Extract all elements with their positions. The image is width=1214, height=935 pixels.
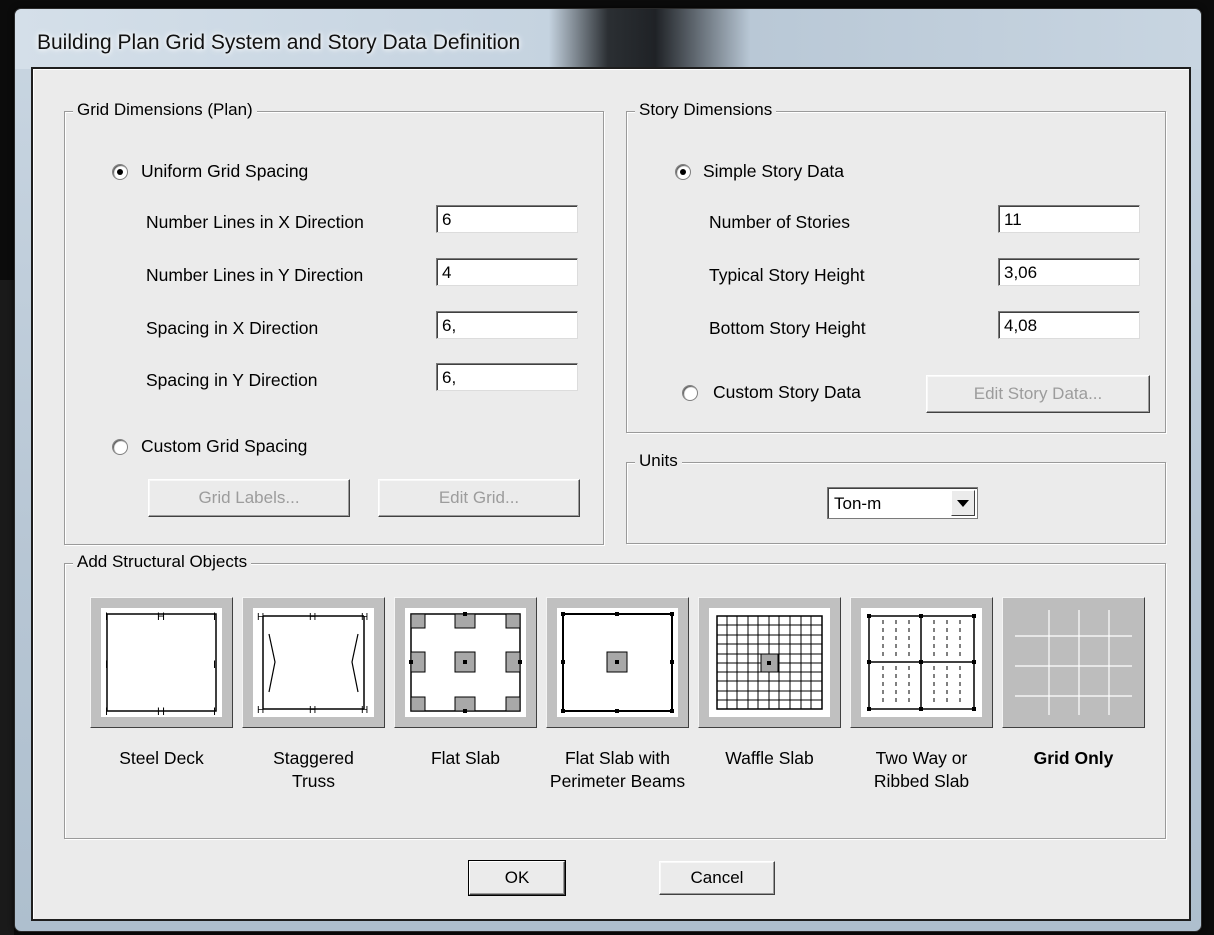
- two-way-slab-icon: [859, 606, 984, 719]
- svg-text:I: I: [105, 611, 108, 623]
- custom-story-label: Custom Story Data: [713, 382, 861, 402]
- svg-text:H: H: [361, 612, 368, 623]
- grid-only-caption: Grid Only: [1002, 747, 1145, 770]
- grid-only-icon: [1011, 606, 1136, 719]
- two-way-slab-label-1: Two Way or: [875, 748, 968, 768]
- two-way-slab-tile[interactable]: [850, 597, 993, 728]
- svg-text:I: I: [213, 659, 216, 671]
- flat-slab-perimeter-icon: [555, 606, 680, 719]
- grid-labels-button[interactable]: Grid Labels...: [148, 479, 350, 517]
- custom-grid-label: Custom Grid Spacing: [141, 436, 308, 456]
- spacing-y-label: Spacing in Y Direction: [146, 370, 318, 390]
- waffle-slab-caption: Waffle Slab: [698, 747, 841, 770]
- simple-story-label: Simple Story Data: [703, 161, 845, 181]
- flat-slab-perimeter-caption: Flat Slab with Perimeter Beams: [536, 747, 699, 793]
- number-stories-label: Number of Stories: [709, 212, 851, 232]
- cancel-button[interactable]: Cancel: [659, 861, 775, 895]
- svg-text:H: H: [309, 705, 316, 716]
- staggered-truss-tile[interactable]: H H H H H H: [242, 597, 385, 728]
- grid-only-label: Grid Only: [1033, 748, 1114, 768]
- svg-text:H: H: [257, 612, 264, 623]
- uniform-grid-radio[interactable]: [112, 164, 128, 180]
- bottom-height-input[interactable]: 4,08: [998, 311, 1140, 339]
- steel-deck-label: Steel Deck: [119, 748, 204, 768]
- edit-grid-button[interactable]: Edit Grid...: [378, 479, 580, 517]
- edit-story-data-button[interactable]: Edit Story Data...: [926, 375, 1150, 413]
- typical-height-label: Typical Story Height: [709, 265, 865, 285]
- flat-slab-perimeter-label-1: Flat Slab with: [564, 748, 671, 768]
- steel-deck-icon: I H I I H I I I: [99, 606, 224, 719]
- uniform-grid-label: Uniform Grid Spacing: [141, 161, 309, 181]
- spacing-x-input[interactable]: 6,: [436, 311, 578, 339]
- waffle-slab-tile[interactable]: [698, 597, 841, 728]
- steel-deck-caption: Steel Deck: [90, 747, 233, 770]
- units-legend: Units: [635, 451, 682, 471]
- waffle-slab-icon: [707, 606, 832, 719]
- spacing-y-input[interactable]: 6,: [436, 363, 578, 391]
- grid-only-tile[interactable]: [1002, 597, 1145, 728]
- svg-text:I: I: [213, 706, 216, 718]
- svg-text:H: H: [157, 611, 165, 623]
- spacing-x-label: Spacing in X Direction: [146, 318, 319, 338]
- ok-button[interactable]: OK: [469, 861, 565, 895]
- flat-slab-label: Flat Slab: [430, 748, 501, 768]
- grid-dimensions-legend: Grid Dimensions (Plan): [73, 100, 257, 120]
- svg-text:I: I: [105, 706, 108, 718]
- units-selected-value: Ton-m: [834, 494, 882, 513]
- flat-slab-tile[interactable]: [394, 597, 537, 728]
- lines-y-input[interactable]: 4: [436, 258, 578, 286]
- typical-height-input[interactable]: 3,06: [998, 258, 1140, 286]
- two-way-slab-caption: Two Way or Ribbed Slab: [850, 747, 993, 793]
- dialog-body: Grid Dimensions (Plan) Uniform Grid Spac…: [31, 67, 1191, 921]
- dropdown-arrow-icon[interactable]: [951, 490, 975, 516]
- custom-grid-radio[interactable]: [112, 439, 128, 455]
- lines-y-label: Number Lines in Y Direction: [146, 265, 364, 285]
- staggered-truss-label-1: Staggered: [273, 748, 354, 768]
- story-dimensions-legend: Story Dimensions: [635, 100, 777, 120]
- bottom-height-label: Bottom Story Height: [709, 318, 866, 338]
- svg-text:I: I: [213, 611, 216, 623]
- staggered-truss-icon: H H H H H H: [251, 606, 376, 719]
- staggered-truss-caption: Staggered Truss: [242, 747, 385, 793]
- svg-text:I: I: [105, 659, 108, 671]
- lines-x-input[interactable]: 6: [436, 205, 578, 233]
- svg-text:H: H: [157, 706, 165, 718]
- units-select[interactable]: Ton-m: [827, 487, 978, 519]
- svg-text:H: H: [257, 705, 264, 716]
- dialog-window: Building Plan Grid System and Story Data…: [14, 8, 1202, 932]
- flat-slab-caption: Flat Slab: [394, 747, 537, 770]
- flat-slab-icon: [403, 606, 528, 719]
- flat-slab-perimeter-tile[interactable]: [546, 597, 689, 728]
- number-stories-input[interactable]: 11: [998, 205, 1140, 233]
- svg-text:H: H: [309, 612, 316, 623]
- lines-x-label: Number Lines in X Direction: [146, 212, 364, 232]
- two-way-slab-label-2: Ribbed Slab: [873, 771, 970, 791]
- staggered-truss-label-2: Truss: [291, 771, 336, 791]
- svg-text:H: H: [361, 705, 368, 716]
- background-edge: [0, 280, 14, 935]
- structural-objects-legend: Add Structural Objects: [73, 552, 252, 572]
- steel-deck-tile[interactable]: I H I I H I I I: [90, 597, 233, 728]
- waffle-slab-label: Waffle Slab: [725, 748, 814, 768]
- window-title: Building Plan Grid System and Story Data…: [37, 31, 521, 54]
- title-bar[interactable]: Building Plan Grid System and Story Data…: [15, 9, 1201, 69]
- flat-slab-perimeter-label-2: Perimeter Beams: [549, 771, 686, 791]
- simple-story-radio[interactable]: [675, 164, 691, 180]
- custom-story-radio[interactable]: [682, 385, 698, 401]
